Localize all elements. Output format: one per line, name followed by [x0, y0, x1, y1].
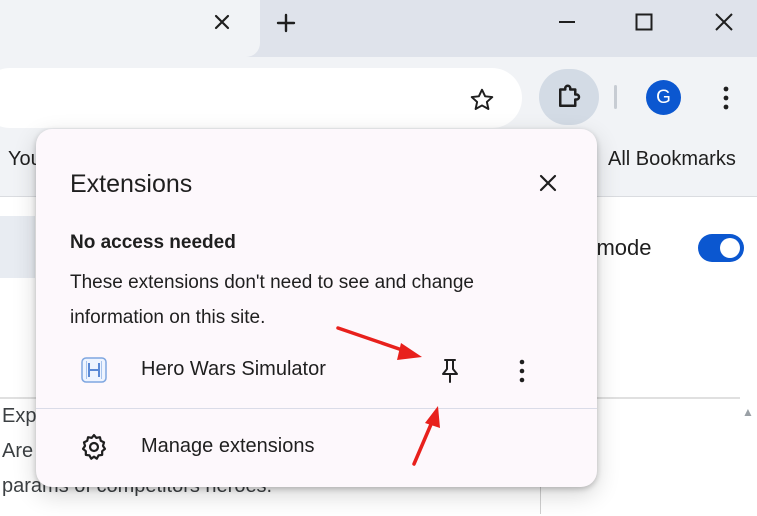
active-tab[interactable] [0, 0, 260, 57]
page-text-line: Are [2, 440, 34, 462]
kebab-icon [519, 359, 525, 383]
close-icon [539, 174, 557, 192]
gear-icon [81, 433, 107, 460]
browser-menu-button[interactable] [710, 80, 742, 116]
manage-extensions-item[interactable]: Manage extensions [36, 419, 597, 475]
extension-menu-button[interactable] [502, 351, 542, 391]
section-heading: No access needed [70, 232, 236, 253]
pin-icon [442, 359, 458, 383]
toggle-knob [720, 238, 740, 258]
popup-title: Extensions [70, 170, 193, 198]
toolbar [0, 57, 757, 128]
section-description: These extensions don't need to see and c… [70, 272, 474, 328]
popup-close-button[interactable] [530, 165, 566, 201]
maximize-button[interactable] [606, 0, 682, 44]
profile-avatar[interactable]: G [646, 80, 681, 115]
toolbar-separator [614, 85, 617, 109]
tab-close-icon[interactable] [206, 6, 238, 38]
maximize-icon [635, 13, 653, 31]
extension-row[interactable]: Hero Wars Simulator [36, 343, 597, 399]
title-bar [0, 0, 757, 57]
minimize-icon [559, 21, 575, 23]
plus-icon [276, 13, 296, 33]
all-bookmarks-button[interactable]: All Bookmarks [608, 148, 736, 171]
manage-extensions-label: Manage extensions [141, 435, 315, 457]
address-bar[interactable] [0, 68, 522, 128]
extensions-popup: Extensions No access needed These extens… [36, 129, 597, 487]
minimize-button[interactable] [529, 0, 605, 44]
page-sidebar-highlight [0, 216, 35, 278]
page-text-line: Exp [2, 405, 37, 427]
close-icon [715, 13, 733, 31]
mode-toggle[interactable] [698, 234, 744, 262]
bookmark-star-button[interactable] [460, 80, 504, 120]
new-tab-button[interactable] [268, 5, 304, 41]
close-window-button[interactable] [686, 0, 757, 44]
scroll-up-icon[interactable]: ▲ [742, 405, 754, 419]
extension-name: Hero Wars Simulator [141, 358, 326, 380]
extensions-button[interactable] [539, 69, 599, 125]
kebab-icon [723, 86, 729, 110]
popup-divider [36, 408, 597, 409]
puzzle-icon [559, 84, 581, 107]
hero-wars-logo-icon [81, 357, 107, 383]
pin-extension-button[interactable] [430, 351, 470, 391]
star-icon [470, 88, 494, 110]
